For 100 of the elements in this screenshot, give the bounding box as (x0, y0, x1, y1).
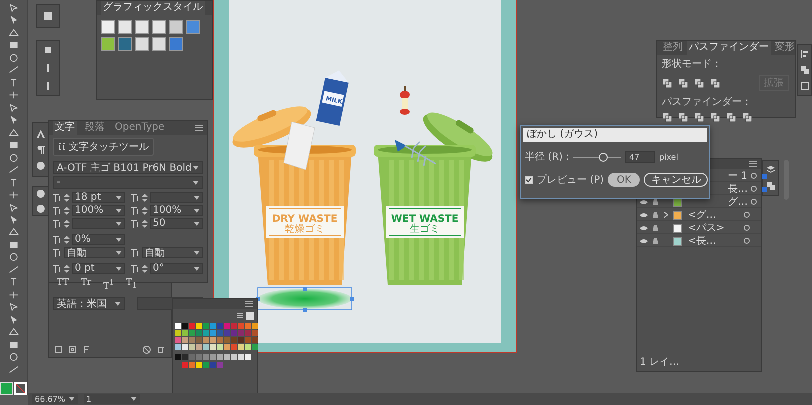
color-swatch[interactable] (217, 323, 223, 329)
value-field[interactable]: 0 pt (72, 263, 125, 274)
color-swatch[interactable] (203, 337, 209, 343)
artboard-field[interactable]: 1 (84, 394, 140, 404)
tool-icon[interactable] (8, 290, 20, 300)
color-swatch[interactable] (175, 330, 181, 336)
color-swatch[interactable] (245, 323, 251, 329)
color-swatch[interactable] (182, 354, 188, 360)
color-swatch[interactable] (245, 354, 251, 360)
tool-icon[interactable] (8, 166, 20, 175)
color-swatch[interactable] (217, 362, 223, 368)
square-icon[interactable] (55, 346, 63, 354)
target-circle[interactable] (744, 238, 750, 244)
color-swatch[interactable] (182, 330, 188, 336)
fx-icon[interactable] (83, 346, 91, 354)
target-circle[interactable] (744, 225, 750, 231)
color-swatch[interactable] (238, 344, 244, 350)
language-dropdown[interactable]: 英語：米国 (53, 297, 125, 310)
spinner-icon[interactable] (64, 236, 70, 244)
tool-icon[interactable] (8, 91, 20, 100)
slider-thumb[interactable] (599, 152, 608, 162)
circle-icon[interactable] (36, 188, 46, 198)
tool-icon[interactable] (8, 204, 20, 212)
color-swatch[interactable] (189, 337, 195, 343)
color-swatch[interactable] (224, 354, 230, 360)
value-field[interactable]: 0° (150, 263, 203, 274)
letter-a-icon[interactable] (36, 128, 46, 138)
layers-icon[interactable] (766, 165, 776, 175)
tool-icon[interactable] (8, 41, 20, 50)
color-swatch[interactable] (196, 362, 202, 368)
tool-icon[interactable] (8, 191, 20, 200)
preview-checkbox[interactable] (525, 176, 533, 184)
color-swatch[interactable] (217, 337, 223, 343)
panel-tab[interactable]: 文字 (53, 121, 77, 135)
value-field[interactable] (150, 192, 203, 203)
color-swatch[interactable] (189, 323, 195, 329)
color-swatch[interactable] (252, 330, 258, 336)
color-swatch[interactable] (245, 330, 251, 336)
tool-icon[interactable] (8, 28, 20, 38)
color-swatch[interactable] (245, 337, 251, 343)
color-swatch[interactable] (196, 323, 202, 329)
layer-name[interactable]: <パス> (688, 221, 741, 235)
type-style-button[interactable]: T$_{1}$ (126, 278, 138, 292)
style-swatch[interactable] (101, 37, 115, 51)
color-swatch[interactable] (252, 344, 258, 350)
color-swatch[interactable] (203, 344, 209, 350)
style-swatch[interactable] (152, 20, 166, 34)
panel-tab[interactable]: OpenType (113, 121, 167, 135)
style-swatch[interactable] (169, 37, 183, 51)
no-entry-icon[interactable] (143, 346, 151, 354)
circle-icon[interactable] (36, 160, 46, 170)
color-swatch[interactable] (231, 323, 237, 329)
layer-name[interactable]: <グ… (688, 208, 741, 222)
menu-icon[interactable] (245, 301, 253, 307)
color-swatch[interactable] (189, 362, 195, 368)
color-swatch[interactable] (203, 330, 209, 336)
tool-icon[interactable] (8, 353, 20, 362)
type-style-button[interactable]: TT (57, 278, 70, 292)
style-swatch[interactable] (186, 20, 200, 34)
color-swatch[interactable] (196, 344, 202, 350)
cancel-button[interactable]: キャンセル (644, 173, 708, 187)
lock-icon[interactable] (653, 238, 658, 244)
color-swatch[interactable] (217, 344, 223, 350)
color-swatch[interactable] (238, 330, 244, 336)
color-swatch[interactable] (182, 344, 188, 350)
spinner-icon[interactable] (142, 206, 148, 214)
color-swatch[interactable] (175, 337, 181, 343)
tool-icon[interactable] (8, 340, 20, 350)
square-icon[interactable] (43, 45, 53, 55)
style-swatch[interactable] (135, 37, 149, 51)
color-swatch[interactable] (238, 323, 244, 329)
color-swatch[interactable] (203, 354, 209, 360)
tool-icon[interactable] (8, 128, 20, 138)
type-style-button[interactable]: Tr (81, 278, 92, 292)
color-swatch[interactable] (210, 354, 216, 360)
style-swatch[interactable] (118, 20, 132, 34)
overlap-squares-icon[interactable] (663, 78, 672, 88)
color-swatch[interactable] (224, 330, 230, 336)
tool-icon[interactable] (8, 66, 20, 75)
panel-tab[interactable]: 整列 (661, 41, 685, 55)
type-style-button[interactable]: T$^{1}$ (104, 278, 114, 292)
color-swatch[interactable] (175, 344, 181, 350)
style-swatch[interactable] (118, 37, 132, 51)
touch-type-button[interactable]: 文字タッチツール (53, 138, 154, 156)
value-field[interactable]: 18 pt (72, 192, 125, 203)
color-swatch[interactable] (175, 354, 181, 360)
trash-icon[interactable] (157, 346, 165, 354)
value-dropdown[interactable]: 自動 (142, 247, 203, 258)
style-swatch[interactable] (169, 20, 183, 34)
font-family-dropdown[interactable]: A-OTF 主ゴ B101 Pr6N Bold (53, 161, 203, 174)
color-swatch[interactable] (210, 337, 216, 343)
tool-icon[interactable] (8, 240, 20, 250)
value-field[interactable]: 100% (150, 205, 203, 216)
color-swatch[interactable] (245, 344, 251, 350)
color-swatch[interactable] (252, 323, 258, 329)
value-field[interactable] (72, 218, 125, 229)
style-swatch[interactable] (135, 20, 149, 34)
tool-icon[interactable] (8, 366, 20, 374)
color-swatch[interactable] (238, 337, 244, 343)
spinner-icon[interactable] (142, 220, 148, 228)
